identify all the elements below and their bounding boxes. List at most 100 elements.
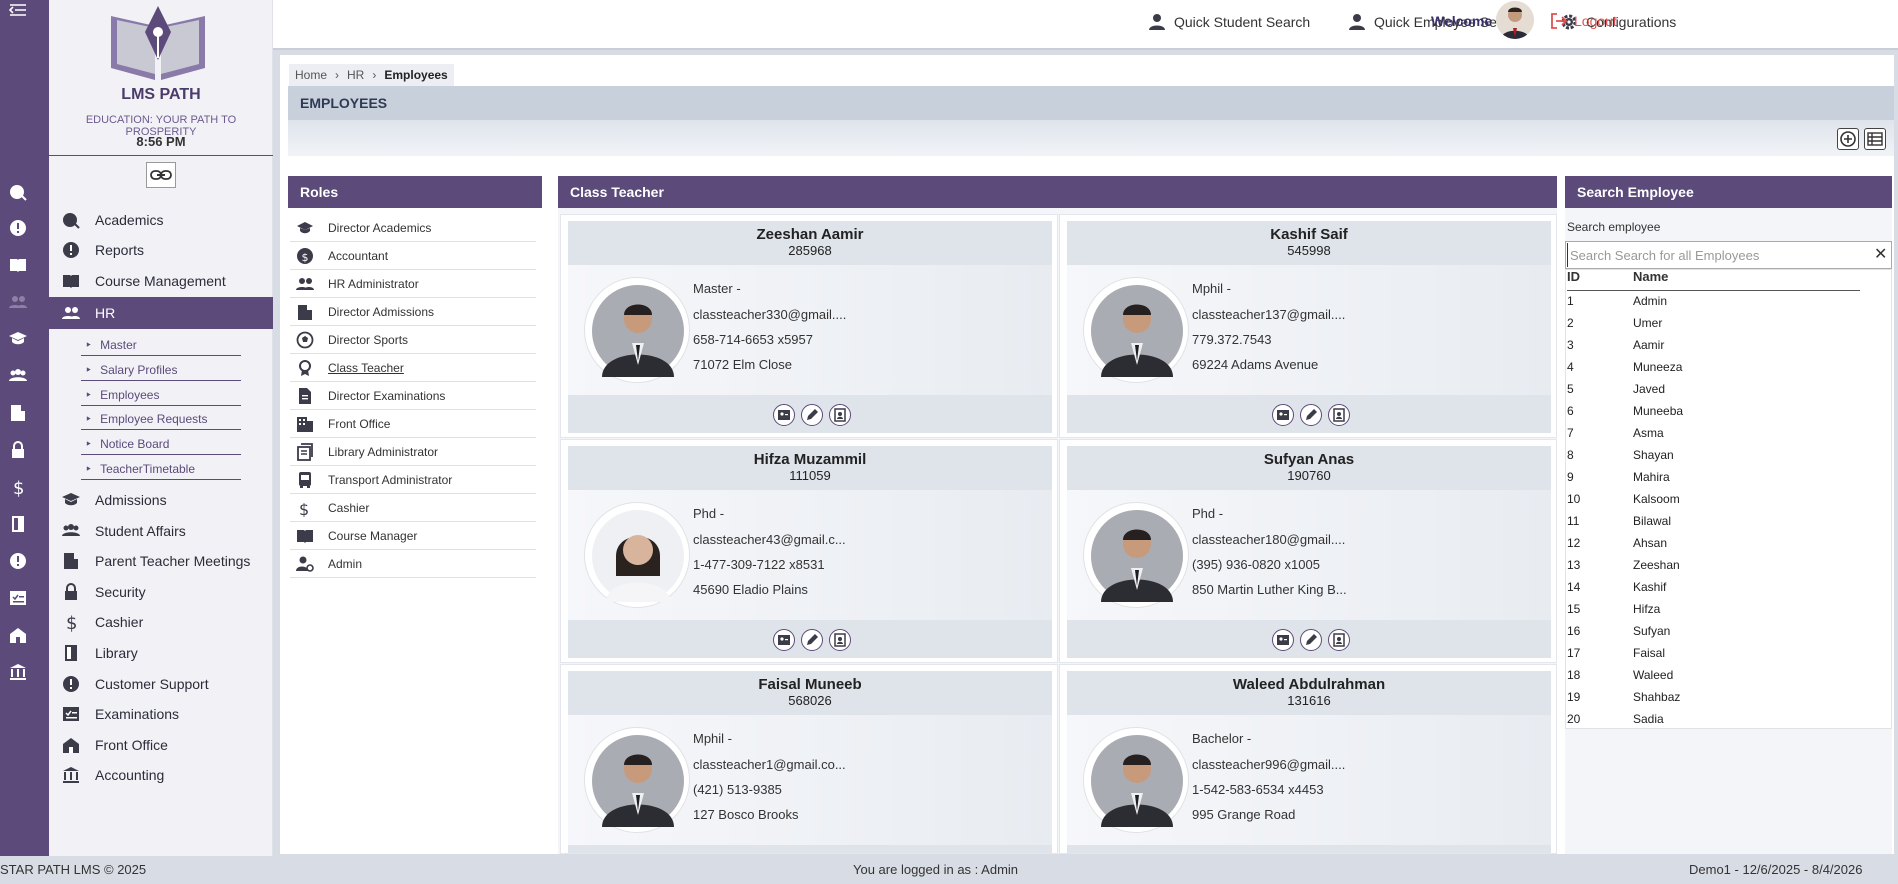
profile-button[interactable] <box>829 404 851 426</box>
employee-card[interactable]: Waleed Abdulrahman 131616 Bachelor - classt… <box>1059 664 1557 854</box>
subnav-salary-profiles[interactable]: Salary Profiles <box>81 359 241 381</box>
id-card-button[interactable] <box>773 629 795 651</box>
table-cell-id[interactable]: 11 <box>1567 514 1579 528</box>
link-button[interactable] <box>146 162 176 188</box>
collapse-menu-icon[interactable] <box>7 2 29 24</box>
role-accountant[interactable]: $ Accountant <box>290 242 536 270</box>
breadcrumb-hr[interactable]: HR <box>347 68 364 82</box>
course-management-icon[interactable] <box>8 255 28 275</box>
quick-student-search-link[interactable]: Quick Student Search <box>1148 12 1310 32</box>
student-affairs-icon[interactable] <box>8 366 28 386</box>
customer-support-icon[interactable] <box>8 551 28 571</box>
nav-front-office[interactable]: Front Office <box>49 731 273 759</box>
hr-icon[interactable] <box>8 292 28 312</box>
table-cell-name[interactable]: Asma <box>1633 426 1664 440</box>
table-cell-id[interactable]: 9 <box>1567 470 1574 484</box>
role-transport-administrator[interactable]: Transport Administrator <box>290 466 536 494</box>
table-cell-name[interactable]: Aamir <box>1633 338 1664 352</box>
library-icon[interactable] <box>8 514 28 534</box>
edit-button[interactable] <box>1300 629 1322 651</box>
id-card-button[interactable] <box>773 404 795 426</box>
subnav-teacher-timetable[interactable]: TeacherTimetable <box>81 458 241 480</box>
subnav-master[interactable]: Master <box>81 334 241 356</box>
employee-card[interactable]: Zeeshan Aamir 285968 Master - classteacher3… <box>560 214 1058 438</box>
table-cell-id[interactable]: 13 <box>1567 558 1580 572</box>
table-cell-id[interactable]: 8 <box>1567 448 1574 462</box>
table-cell-name[interactable]: Muneeza <box>1633 360 1682 374</box>
edit-button[interactable] <box>1300 404 1322 426</box>
academics-icon[interactable] <box>8 182 28 202</box>
nav-examinations[interactable]: Examinations <box>49 700 273 728</box>
role-admin[interactable]: Admin <box>290 550 536 578</box>
table-cell-name[interactable]: Waleed <box>1633 668 1673 682</box>
table-cell-id[interactable]: 1 <box>1567 294 1574 308</box>
nav-cashier[interactable]: $ Cashier <box>49 608 273 636</box>
role-director-admissions[interactable]: Director Admissions <box>290 298 536 326</box>
employee-card[interactable]: Kashif Saif 545998 Mphil - classteacher137@… <box>1059 214 1557 438</box>
table-cell-name[interactable]: Admin <box>1633 294 1667 308</box>
security-icon[interactable] <box>8 440 28 460</box>
search-input[interactable] <box>1567 243 1867 267</box>
table-cell-id[interactable]: 17 <box>1567 646 1580 660</box>
profile-button[interactable] <box>1328 629 1350 651</box>
employee-card[interactable]: Faisal Muneeb 568026 Mphil - classteacher1@… <box>560 664 1058 854</box>
edit-button[interactable] <box>801 629 823 651</box>
close-icon[interactable]: ✕ <box>1874 244 1887 264</box>
table-cell-name[interactable]: Shahbaz <box>1633 690 1680 704</box>
nav-reports[interactable]: Reports <box>49 236 273 264</box>
nav-student-affairs[interactable]: Student Affairs <box>49 517 273 545</box>
table-cell-name[interactable]: Faisal <box>1633 646 1665 660</box>
role-library-administrator[interactable]: Library Administrator <box>290 438 536 466</box>
front-office-icon[interactable] <box>8 625 28 645</box>
table-cell-id[interactable]: 16 <box>1567 624 1580 638</box>
admissions-icon[interactable] <box>8 329 28 349</box>
subnav-employees[interactable]: Employees <box>81 384 241 406</box>
role-hr-administrator[interactable]: HR Administrator <box>290 270 536 298</box>
table-cell-id[interactable]: 5 <box>1567 382 1574 396</box>
table-cell-name[interactable]: Muneeba <box>1633 404 1683 418</box>
role-cashier[interactable]: $ Cashier <box>290 494 536 522</box>
table-cell-id[interactable]: 14 <box>1567 580 1580 594</box>
accounting-icon[interactable] <box>8 662 28 682</box>
nav-admissions[interactable]: Admissions <box>49 486 273 514</box>
table-cell-id[interactable]: 12 <box>1567 536 1580 550</box>
nav-hr[interactable]: HR <box>49 297 273 329</box>
employee-card[interactable]: Sufyan Anas 190760 Phd - classteacher180@gm… <box>1059 439 1557 663</box>
table-cell-id[interactable]: 3 <box>1567 338 1574 352</box>
table-cell-name[interactable]: Umer <box>1633 316 1662 330</box>
add-employee-button[interactable] <box>1837 128 1859 150</box>
table-cell-name[interactable]: Kashif <box>1633 580 1666 594</box>
id-card-button[interactable] <box>1272 629 1294 651</box>
role-director-sports[interactable]: Director Sports <box>290 326 536 354</box>
nav-customer-support[interactable]: Customer Support <box>49 670 273 698</box>
table-cell-name[interactable]: Hifza <box>1633 602 1660 616</box>
table-cell-name[interactable]: Javed <box>1633 382 1665 396</box>
table-cell-name[interactable]: Sufyan <box>1633 624 1670 638</box>
profile-button[interactable] <box>1328 404 1350 426</box>
table-cell-name[interactable]: Zeeshan <box>1633 558 1680 572</box>
table-cell-id[interactable]: 18 <box>1567 668 1580 682</box>
table-cell-name[interactable]: Kalsoom <box>1633 492 1680 506</box>
nav-accounting[interactable]: Accounting <box>49 761 273 789</box>
table-cell-id[interactable]: 20 <box>1567 712 1580 726</box>
table-cell-id[interactable]: 2 <box>1567 316 1574 330</box>
reports-icon[interactable] <box>8 218 28 238</box>
avatar[interactable] <box>1496 1 1534 39</box>
role-director-academics[interactable]: Director Academics <box>290 214 536 242</box>
table-cell-id[interactable]: 6 <box>1567 404 1574 418</box>
logout-link[interactable]: Logout <box>1550 12 1617 30</box>
table-cell-id[interactable]: 10 <box>1567 492 1580 506</box>
breadcrumb-home[interactable]: Home <box>295 68 327 82</box>
employee-card[interactable]: Hifza Muzammil 111059 Phd - classteacher43@… <box>560 439 1058 663</box>
profile-button[interactable] <box>829 629 851 651</box>
table-cell-id[interactable]: 7 <box>1567 426 1574 440</box>
nav-library[interactable]: Library <box>49 639 273 667</box>
table-cell-name[interactable]: Ahsan <box>1633 536 1667 550</box>
examinations-icon[interactable] <box>8 588 28 608</box>
id-card-button[interactable] <box>1272 404 1294 426</box>
role-director-examinations[interactable]: Director Examinations <box>290 382 536 410</box>
role-class-teacher[interactable]: Class Teacher <box>290 354 536 382</box>
table-cell-name[interactable]: Sadia <box>1633 712 1664 726</box>
nav-ptm[interactable]: Parent Teacher Meetings <box>49 547 273 575</box>
edit-button[interactable] <box>801 404 823 426</box>
